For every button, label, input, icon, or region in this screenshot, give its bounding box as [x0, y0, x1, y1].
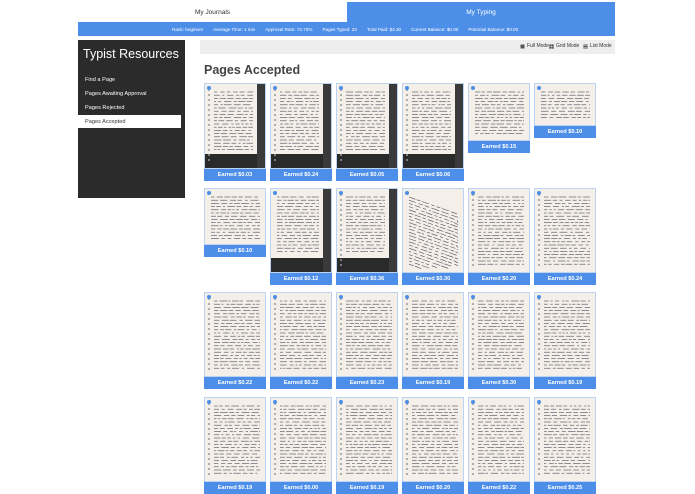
page-card[interactable]: Earned $0.22 [468, 397, 530, 494]
earned-label: Earned $0.20 [468, 273, 530, 285]
select-dot-icon[interactable] [471, 400, 475, 404]
page-card[interactable]: Earned $0.19 [336, 397, 398, 494]
select-dot-icon[interactable] [471, 191, 475, 195]
earned-label: Earned $0.19 [336, 482, 398, 494]
select-dot-icon[interactable] [339, 86, 343, 90]
earned-label: Earned $0.25 [534, 482, 596, 494]
select-dot-icon[interactable] [273, 295, 277, 299]
page-card[interactable]: Earned $0.20 [468, 188, 530, 285]
page-card[interactable]: Earned $0.05 [336, 83, 398, 181]
page-card[interactable]: Earned $0.23 [336, 292, 398, 389]
page-thumbnail[interactable] [468, 292, 530, 377]
select-dot-icon[interactable] [405, 295, 409, 299]
select-dot-icon[interactable] [207, 191, 211, 195]
select-dot-icon[interactable] [537, 191, 541, 195]
select-dot-icon[interactable] [405, 400, 409, 404]
page-card[interactable]: Earned $0.36 [336, 188, 398, 285]
select-dot-icon[interactable] [207, 86, 211, 90]
earned-label: Earned $0.24 [534, 273, 596, 285]
select-dot-icon[interactable] [339, 191, 343, 195]
select-dot-icon[interactable] [405, 86, 409, 90]
page-thumbnail[interactable] [270, 83, 332, 169]
page-thumbnail[interactable] [270, 397, 332, 482]
page-card[interactable]: Earned $0.10 [204, 188, 266, 257]
select-dot-icon[interactable] [273, 191, 277, 195]
earned-label: Earned $0.10 [204, 245, 266, 257]
page-thumbnail[interactable] [204, 83, 266, 169]
earned-label: Earned $0.15 [468, 141, 530, 153]
page-thumbnail[interactable] [534, 188, 596, 273]
page-thumbnail[interactable] [402, 188, 464, 273]
page-card[interactable]: Earned $0.00 [270, 397, 332, 494]
page-thumbnail[interactable] [468, 397, 530, 482]
earned-label: Earned $0.30 [468, 377, 530, 389]
select-dot-icon[interactable] [207, 400, 211, 404]
earned-label: Earned $0.22 [204, 377, 266, 389]
page-thumbnail[interactable] [336, 397, 398, 482]
page-thumbnail[interactable] [336, 83, 398, 169]
earned-label: Earned $0.23 [336, 377, 398, 389]
select-dot-icon[interactable] [339, 400, 343, 404]
select-dot-icon[interactable] [537, 86, 541, 90]
page-card[interactable]: Earned $0.22 [270, 292, 332, 389]
page-card[interactable]: Earned $0.06 [402, 83, 464, 181]
page-card[interactable]: Earned $0.22 [204, 292, 266, 389]
select-dot-icon[interactable] [471, 86, 475, 90]
earned-label: Earned $0.03 [204, 169, 266, 181]
earned-label: Earned $0.19 [402, 377, 464, 389]
page-card[interactable]: Earned $0.19 [534, 292, 596, 389]
earned-label: Earned $0.22 [270, 377, 332, 389]
page-card[interactable]: Earned $0.30 [402, 188, 464, 285]
page-card[interactable]: Earned $0.10 [534, 83, 596, 138]
select-dot-icon[interactable] [207, 295, 211, 299]
earned-label: Earned $0.36 [336, 273, 398, 285]
page-thumbnail[interactable] [204, 397, 266, 482]
page-thumbnail[interactable] [468, 188, 530, 273]
earned-label: Earned $0.06 [402, 169, 464, 181]
earned-label: Earned $0.22 [468, 482, 530, 494]
select-dot-icon[interactable] [273, 86, 277, 90]
page-card[interactable]: Earned $0.24 [534, 188, 596, 285]
page-card[interactable]: Earned $0.19 [402, 292, 464, 389]
page-thumbnail[interactable] [204, 188, 266, 245]
earned-label: Earned $0.20 [402, 482, 464, 494]
select-dot-icon[interactable] [537, 295, 541, 299]
page-card[interactable]: Earned $0.25 [534, 397, 596, 494]
earned-label: Earned $0.05 [336, 169, 398, 181]
earned-label: Earned $0.12 [270, 273, 332, 285]
earned-label: Earned $0.30 [402, 273, 464, 285]
page-thumbnail[interactable] [402, 292, 464, 377]
page-card[interactable]: Earned $0.20 [402, 397, 464, 494]
select-dot-icon[interactable] [273, 400, 277, 404]
earned-label: Earned $0.19 [204, 482, 266, 494]
page-thumbnail[interactable] [402, 83, 464, 169]
earned-label: Earned $0.00 [270, 482, 332, 494]
page-thumbnail[interactable] [336, 292, 398, 377]
earned-label: Earned $0.19 [534, 377, 596, 389]
select-dot-icon[interactable] [537, 400, 541, 404]
page-card[interactable]: Earned $0.24 [270, 83, 332, 181]
accepted-pages-grid: Earned $0.03 Earned $0.24 Earned $0.05 Earn… [0, 0, 695, 494]
page-thumbnail[interactable] [270, 188, 332, 273]
page-card[interactable]: Earned $0.30 [468, 292, 530, 389]
page-thumbnail[interactable] [468, 83, 530, 141]
page-card[interactable]: Earned $0.19 [204, 397, 266, 494]
select-dot-icon[interactable] [471, 295, 475, 299]
page-thumbnail[interactable] [534, 397, 596, 482]
select-dot-icon[interactable] [339, 295, 343, 299]
page-thumbnail[interactable] [534, 292, 596, 377]
page-card[interactable]: Earned $0.12 [270, 188, 332, 285]
page-thumbnail[interactable] [336, 188, 398, 273]
earned-label: Earned $0.10 [534, 126, 596, 138]
page-thumbnail[interactable] [534, 83, 596, 126]
page-card[interactable]: Earned $0.03 [204, 83, 266, 181]
page-thumbnail[interactable] [204, 292, 266, 377]
page-card[interactable]: Earned $0.15 [468, 83, 530, 153]
page-thumbnail[interactable] [270, 292, 332, 377]
page-thumbnail[interactable] [402, 397, 464, 482]
select-dot-icon[interactable] [405, 191, 409, 195]
earned-label: Earned $0.24 [270, 169, 332, 181]
